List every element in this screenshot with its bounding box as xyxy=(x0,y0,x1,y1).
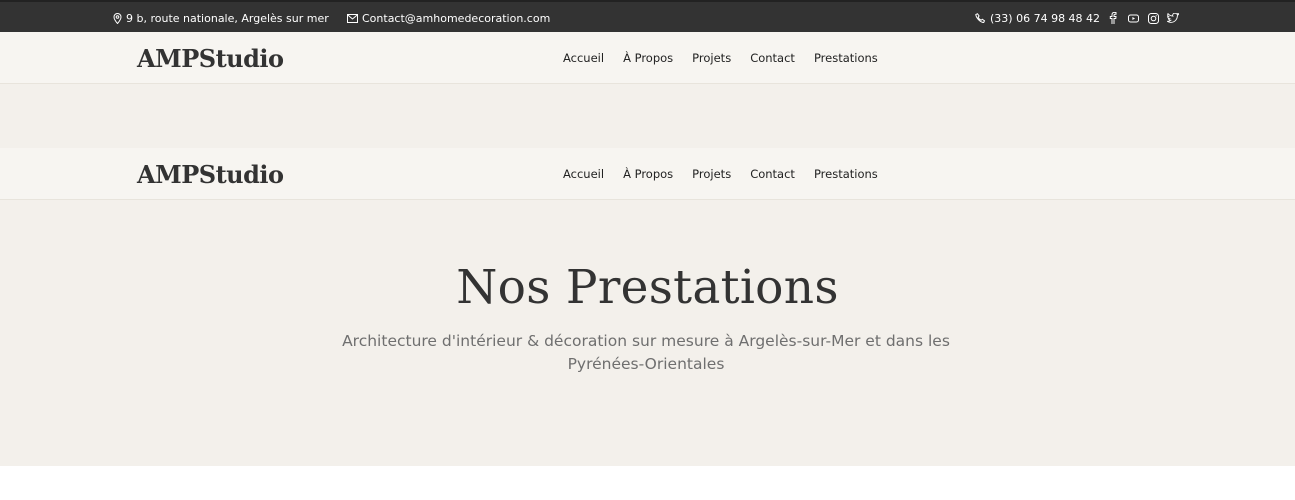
main-nav: Accueil À Propos Projets Contact Prestat… xyxy=(563,148,878,200)
page-subtitle: Architecture d'intérieur & décoration su… xyxy=(342,332,950,373)
site-logo[interactable]: AMPStudio xyxy=(137,32,284,84)
email-text[interactable]: Contact@amhomedecoration.com xyxy=(362,12,550,25)
nav-contact[interactable]: Contact xyxy=(750,167,795,181)
nav-a-propos[interactable]: À Propos xyxy=(623,51,673,65)
youtube-icon[interactable] xyxy=(1127,12,1139,24)
phone-text[interactable]: (33) 06 74 98 48 42 xyxy=(990,12,1100,25)
facebook-icon[interactable] xyxy=(1107,12,1119,24)
nav-a-propos[interactable]: À Propos xyxy=(623,167,673,181)
address-info: 9 b, route nationale, Argelès sur mer xyxy=(113,2,329,34)
twitter-icon[interactable] xyxy=(1167,12,1179,24)
top-bar: 9 b, route nationale, Argelès sur mer Co… xyxy=(0,0,1295,32)
address-text: 9 b, route nationale, Argelès sur mer xyxy=(126,11,329,25)
nav-prestations[interactable]: Prestations xyxy=(814,167,878,181)
nav-accueil[interactable]: Accueil xyxy=(563,51,604,65)
site-header: AMPStudio Accueil À Propos Projets Conta… xyxy=(0,32,1295,84)
nav-projets[interactable]: Projets xyxy=(692,167,731,181)
spacer-band xyxy=(0,84,1295,148)
site-logo[interactable]: AMPStudio xyxy=(137,148,284,200)
envelope-icon xyxy=(347,13,358,23)
phone-icon xyxy=(975,12,986,23)
email-link[interactable]: Contact@amhomedecoration.com xyxy=(347,2,550,34)
social-links xyxy=(1107,2,1179,34)
sticky-header: AMPStudio Accueil À Propos Projets Conta… xyxy=(0,148,1295,200)
nav-accueil[interactable]: Accueil xyxy=(563,167,604,181)
instagram-icon[interactable] xyxy=(1147,12,1159,24)
nav-contact[interactable]: Contact xyxy=(750,51,795,65)
nav-projets[interactable]: Projets xyxy=(692,51,731,65)
main-nav: Accueil À Propos Projets Contact Prestat… xyxy=(563,32,878,84)
nav-prestations[interactable]: Prestations xyxy=(814,51,878,65)
location-pin-icon xyxy=(113,12,122,24)
phone-link[interactable]: (33) 06 74 98 48 42 xyxy=(975,2,1100,34)
page-title: Nos Prestations xyxy=(456,260,839,315)
hero-section: Nos Prestations Architecture d'intérieur… xyxy=(0,200,1295,466)
